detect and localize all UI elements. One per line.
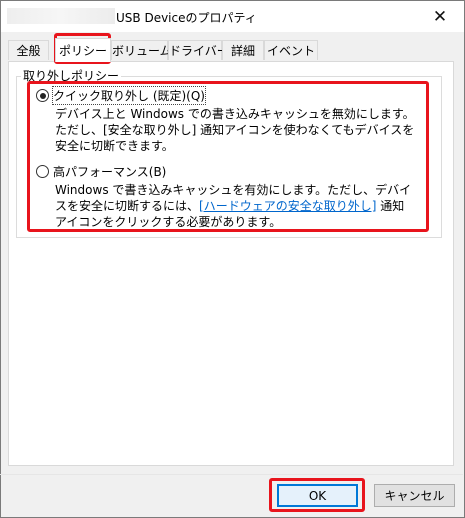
window-title: USB Deviceのプロパティ (116, 11, 257, 25)
options-highlight (27, 81, 429, 232)
tab-general[interactable]: 全般 (8, 40, 49, 60)
tab-strip: 全般 ポリシー ボリューム ドライバー 詳細 イベント (8, 38, 454, 62)
close-icon[interactable]: ✕ (417, 1, 463, 32)
tab-driver[interactable]: ドライバー (168, 40, 229, 60)
tab-events[interactable]: イベント (264, 40, 318, 60)
tab-details[interactable]: 詳細 (222, 40, 264, 60)
ok-button[interactable]: OK (277, 484, 358, 507)
blurred-device-name (7, 8, 115, 24)
tab-volume[interactable]: ボリューム (111, 40, 172, 60)
footer-separator (0, 474, 463, 475)
cancel-button[interactable]: キャンセル (374, 484, 455, 507)
title-bar[interactable]: USB Deviceのプロパティ ✕ (1, 1, 464, 32)
tab-policy[interactable]: ポリシー (55, 38, 111, 62)
